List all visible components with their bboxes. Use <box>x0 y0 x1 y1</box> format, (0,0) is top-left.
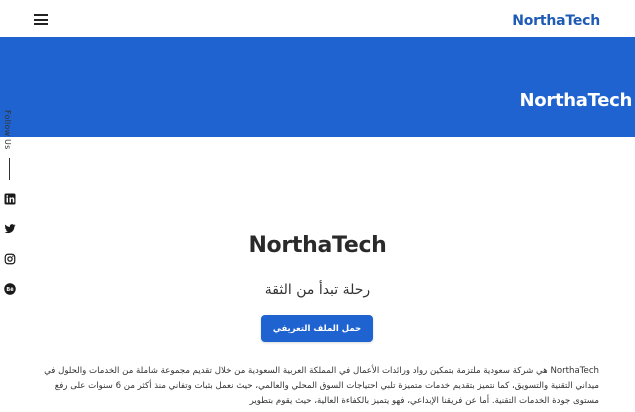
hamburger-menu-icon[interactable] <box>34 14 48 25</box>
follow-us-label: Follow Us <box>3 110 12 150</box>
tagline: رحلة تبدأ من الثقة <box>264 282 371 298</box>
download-profile-button[interactable]: حمل الملف التعريفي <box>261 315 373 342</box>
hero-banner: NorthaTech <box>0 37 635 137</box>
hero-title: NorthaTech <box>519 90 633 111</box>
follow-divider <box>9 158 10 180</box>
linkedin-icon[interactable] <box>3 192 16 205</box>
follow-us: Follow Us <box>3 110 15 150</box>
about-paragraph: NorthaTech هي شركة سعودية ملتزمة بتمكين … <box>44 366 599 406</box>
brand-logo[interactable]: NorthaTech <box>512 13 600 29</box>
top-navbar: NorthaTech <box>0 0 635 37</box>
page-title: NorthaTech <box>248 233 387 258</box>
